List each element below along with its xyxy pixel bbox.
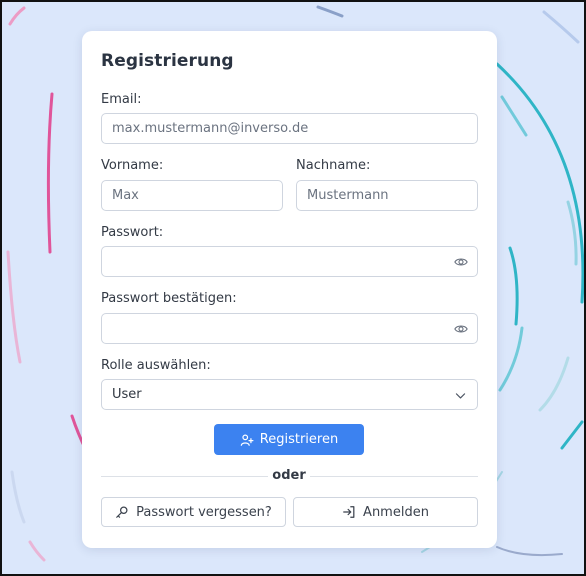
divider-text: oder [272,468,306,483]
last-name-placeholder: Mustermann [307,188,389,203]
user-plus-icon [240,433,254,446]
role-select[interactable]: User [101,379,478,410]
email-label: Email: [101,92,142,107]
registration-card: Registrierung Email: max.mustermann@inve… [82,31,497,548]
last-name-label: Nachname: [296,158,371,173]
role-selected-value: User [112,387,142,402]
last-name-field[interactable]: Mustermann [296,180,478,211]
forgot-password-label: Passwort vergessen? [136,504,272,520]
password-label: Passwort: [101,225,164,240]
divider-line-right [310,476,478,477]
role-label: Rolle auswählen: [101,358,211,373]
login-arrow-icon [343,506,355,518]
key-icon [116,506,128,518]
divider-line-left [101,476,268,477]
forgot-password-button[interactable]: Passwort vergessen? [101,497,286,527]
login-button[interactable]: Anmelden [293,497,478,527]
first-name-placeholder: Max [112,188,139,203]
chevron-down-icon [455,393,466,399]
eye-icon[interactable] [454,322,468,336]
password-field[interactable] [101,246,478,277]
form-title: Registrierung [101,51,234,71]
email-placeholder: max.mustermann@inverso.de [112,121,309,136]
register-button[interactable]: Registrieren [214,424,364,455]
first-name-field[interactable]: Max [101,180,283,211]
register-button-label: Registrieren [259,432,339,447]
email-field[interactable]: max.mustermann@inverso.de [101,113,478,144]
login-button-label: Anmelden [363,504,429,520]
first-name-label: Vorname: [101,158,164,173]
password-confirm-field[interactable] [101,313,478,344]
password-confirm-label: Passwort bestätigen: [101,291,237,306]
eye-icon[interactable] [454,255,468,269]
app-frame: Registrierung Email: max.mustermann@inve… [0,0,586,576]
